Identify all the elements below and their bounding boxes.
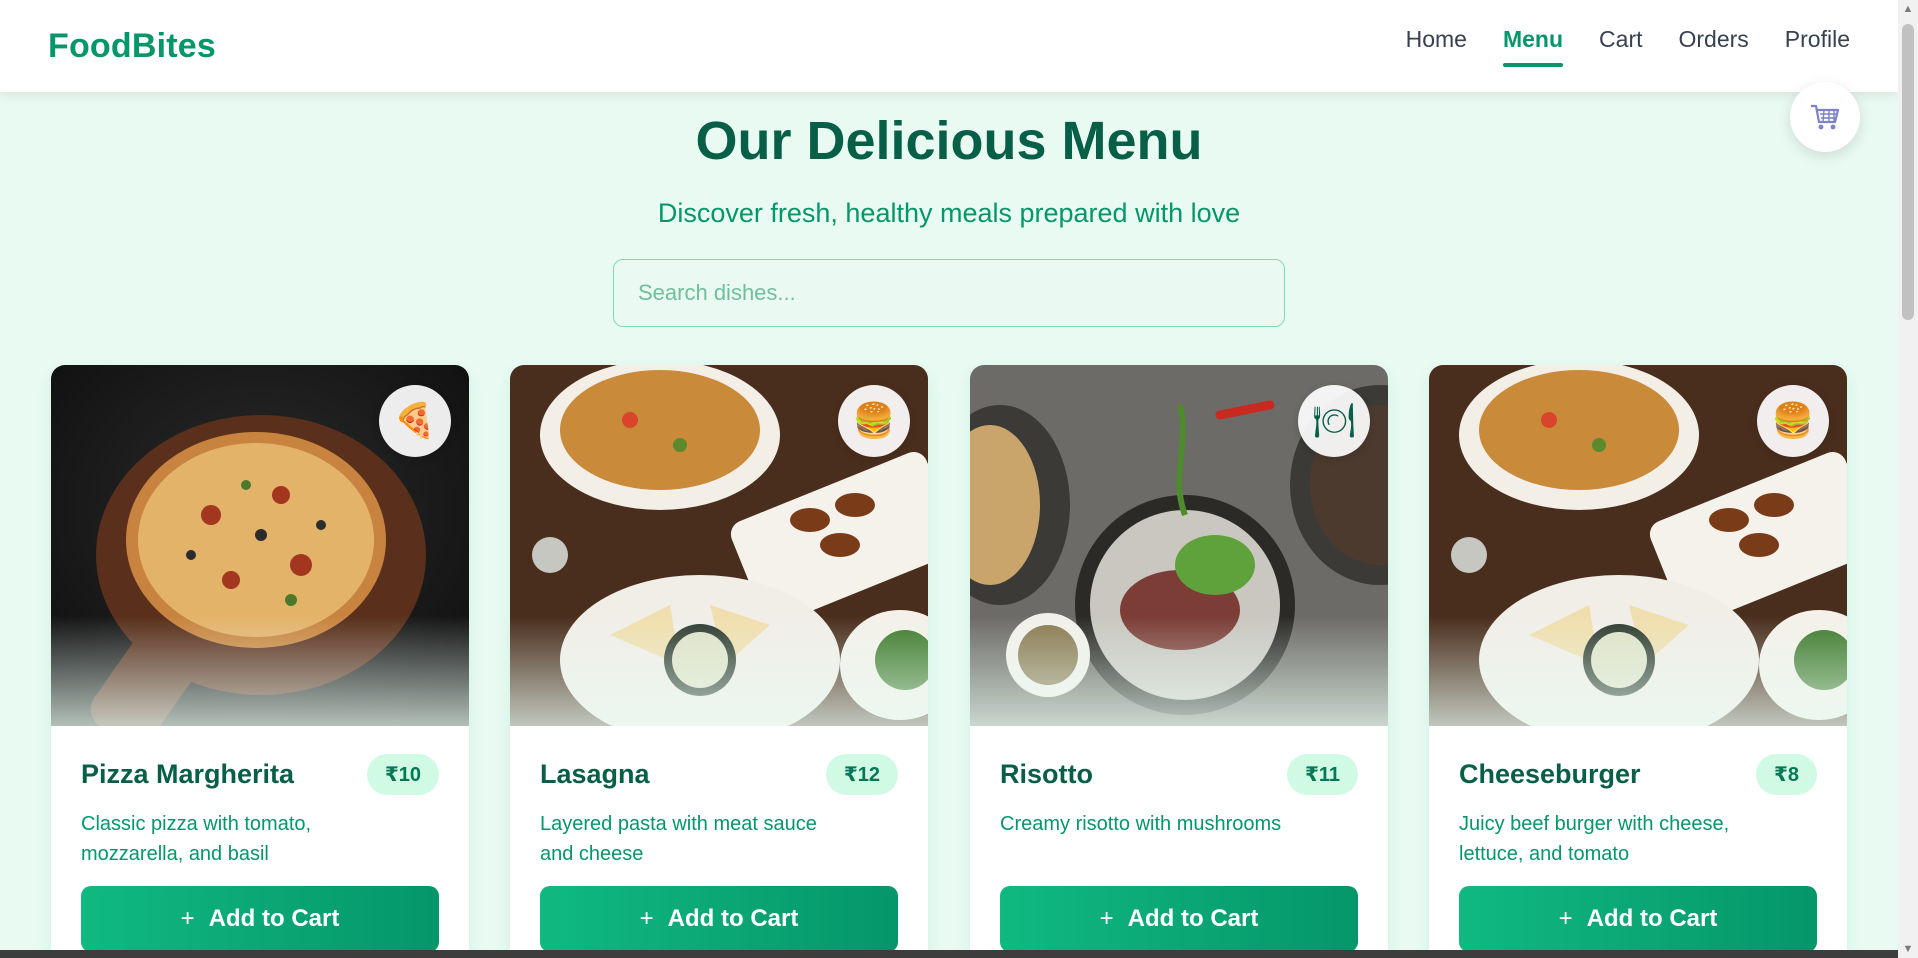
dish-image: 🍽 <box>970 365 1388 726</box>
dish-description: Juicy beef burger with cheese, lettuce, … <box>1459 813 1730 865</box>
plate-icon: 🍽 <box>1298 385 1370 457</box>
price-badge: ₹12 <box>825 754 898 795</box>
card-body: Lasagna ₹12 Layered pasta with meat sauc… <box>510 726 928 869</box>
price-badge: ₹10 <box>366 754 439 795</box>
card-body: Pizza Margherita ₹10 Classic pizza with … <box>51 726 469 869</box>
add-to-cart-label: Add to Cart <box>1127 905 1259 932</box>
nav-link-cart[interactable]: Cart <box>1599 26 1642 59</box>
nav-link-orders[interactable]: Orders <box>1679 26 1749 59</box>
add-to-cart-label: Add to Cart <box>667 905 799 932</box>
price-badge: ₹8 <box>1755 754 1817 795</box>
page: FoodBites Home Menu Cart Orders Profile … <box>0 0 1898 958</box>
page-title: Our Delicious Menu <box>695 111 1203 171</box>
dish-name: Cheeseburger <box>1459 759 1641 789</box>
dish-description: Classic pizza with tomato, mozzarella, a… <box>81 813 312 865</box>
dish-image: 🍔 <box>1429 365 1847 726</box>
dish-name: Pizza Margherita <box>81 759 295 789</box>
scroll-down-arrow-icon[interactable]: ▼ <box>1898 940 1918 958</box>
add-to-cart-label: Add to Cart <box>208 905 340 932</box>
floating-cart-button[interactable] <box>1790 82 1860 152</box>
dish-image: 🍕 <box>51 365 469 726</box>
dish-name: Risotto <box>1000 759 1093 789</box>
card-body: Cheeseburger ₹8 Juicy beef burger with c… <box>1429 726 1847 869</box>
add-to-cart-label: Add to Cart <box>1586 905 1718 932</box>
pizza-icon: 🍕 <box>379 385 451 457</box>
menu-card-cheeseburger: 🍔 Cheeseburger ₹8 Juicy beef burger with… <box>1429 365 1847 958</box>
menu-card-pizza-margherita: 🍕 Pizza Margherita ₹10 Classic pizza wit… <box>51 365 469 958</box>
plus-icon: + <box>1558 905 1573 932</box>
dish-description: Creamy risotto with mushrooms <box>1000 813 1282 835</box>
plus-icon: + <box>180 905 195 932</box>
brand-logo[interactable]: FoodBites <box>48 27 216 66</box>
scroll-up-arrow-icon[interactable]: ▲ <box>1898 0 1918 18</box>
menu-card-lasagna: 🍔 Lasagna ₹12 Layered pasta with meat sa… <box>510 365 928 958</box>
vertical-scrollbar[interactable]: ▲ ▼ <box>1898 0 1918 958</box>
burger-icon: 🍔 <box>838 385 910 457</box>
nav-links: Home Menu Cart Orders Profile <box>1406 26 1850 67</box>
scrollbar-thumb[interactable] <box>1902 24 1914 320</box>
dish-description: Layered pasta with meat sauce and cheese <box>540 813 817 865</box>
window-bottom-edge <box>0 950 1898 958</box>
navbar: FoodBites Home Menu Cart Orders Profile <box>0 0 1898 92</box>
plus-icon: + <box>1099 905 1114 932</box>
nav-link-profile[interactable]: Profile <box>1785 26 1850 59</box>
cart-icon <box>1811 104 1840 130</box>
nav-link-menu[interactable]: Menu <box>1502 26 1564 67</box>
add-to-cart-button[interactable]: + Add to Cart <box>1459 886 1817 952</box>
add-to-cart-button[interactable]: + Add to Cart <box>540 886 898 952</box>
add-to-cart-button[interactable]: + Add to Cart <box>81 886 439 952</box>
card-body: Risotto ₹11 Creamy risotto with mushroom… <box>970 726 1388 839</box>
plus-icon: + <box>639 905 654 932</box>
burger-icon: 🍔 <box>1757 385 1829 457</box>
dish-image: 🍔 <box>510 365 928 726</box>
menu-card-risotto: 🍽 Risotto ₹11 Creamy risotto with mushro… <box>970 365 1388 958</box>
add-to-cart-button[interactable]: + Add to Cart <box>1000 886 1358 952</box>
dish-name: Lasagna <box>540 759 650 789</box>
search-input[interactable] <box>613 259 1285 327</box>
page-subtitle: Discover fresh, healthy meals prepared w… <box>657 198 1241 228</box>
nav-link-home[interactable]: Home <box>1406 26 1467 59</box>
price-badge: ₹11 <box>1286 754 1358 795</box>
